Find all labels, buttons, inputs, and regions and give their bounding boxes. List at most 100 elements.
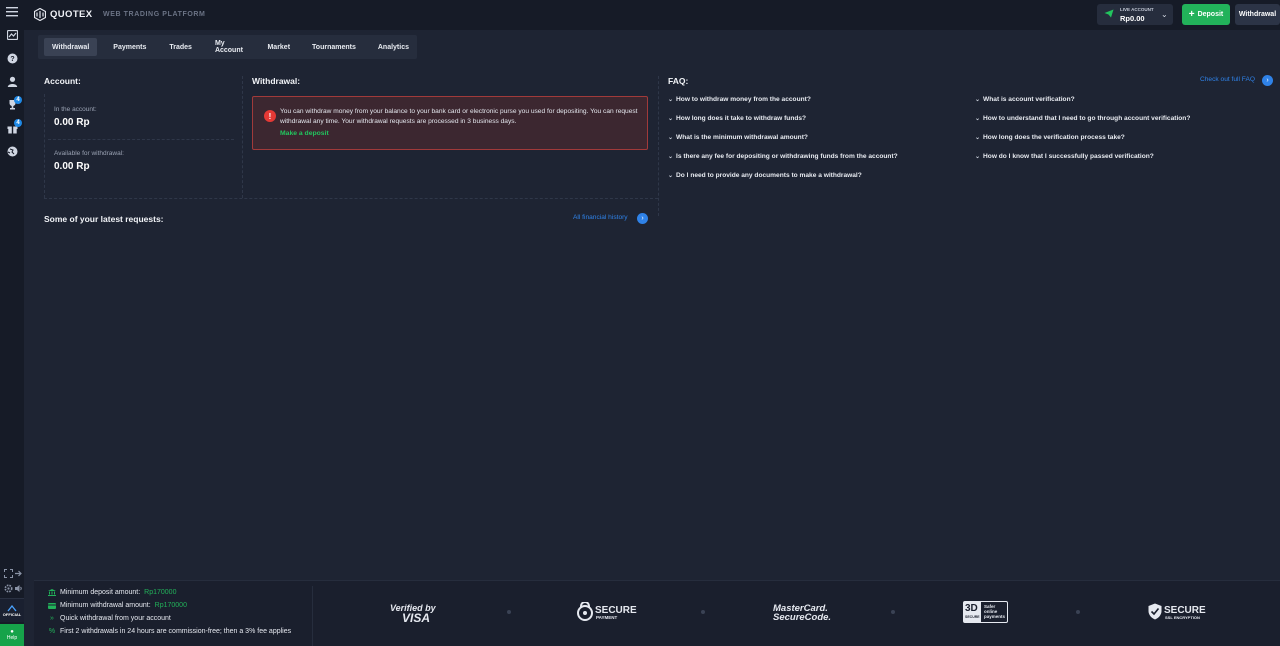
official-badge[interactable]: OFFICIAL [0,598,24,622]
faq-item[interactable]: ⌄ What is the minimum withdrawal amount? [668,134,808,141]
chevron-down-icon: ⌄ [975,97,981,103]
svg-text:?: ? [10,56,14,63]
percent-icon: % [48,628,56,635]
separator-dot [891,610,895,614]
3d-text-3: payments [984,614,1006,619]
official-label: OFFICIAL [2,611,22,617]
min-withdrawal-label: Minimum withdrawal amount: [60,602,151,609]
secure-payment-bottom: PAYMENT [596,615,618,620]
account-selector[interactable]: LIVE ACCOUNT Rp0.00 ⌄ [1097,4,1173,25]
faq-item[interactable]: ⌄ How to understand that I need to go thr… [975,115,1190,122]
quick-withdrawal-text: Quick withdrawal from your account [60,615,171,622]
quotex-logo-icon [34,8,46,21]
chart-icon[interactable] [4,27,20,43]
withdrawal-button[interactable]: Withdrawal [1235,4,1280,25]
divider [44,198,658,199]
faq-question: Is there any fee for depositing or withd… [676,153,898,160]
brand-logo[interactable]: QUOTEX [34,8,93,21]
chevron-down-icon: ⌄ [668,97,674,103]
faq-question: How long does it take to withdraw funds? [676,115,807,122]
faq-item[interactable]: ⌄ What is account verification? [975,96,1075,103]
chevron-down-icon: ⌄ [668,116,674,122]
faq-item[interactable]: ⌄ Do I need to provide any documents to m… [668,172,862,179]
chevron-down-icon: ⌄ [975,154,981,160]
min-withdrawal-value: Rp170000 [154,602,187,609]
double-chevron-icon: » [50,615,54,622]
paper-plane-icon [1104,9,1114,18]
globe-icon[interactable] [4,143,20,159]
faq-question: What is account verification? [983,96,1075,103]
chevron-down-icon: ⌄ [975,116,981,122]
fee-note: First 2 withdrawals in 24 hours are comm… [60,628,292,635]
faq-question: Do I need to provide any documents to ma… [676,172,862,179]
help-label: Help [6,635,18,641]
ssl-bottom: SSL ENCRYPTION [1165,615,1200,620]
lock-icon [577,602,593,621]
brand-name: QUOTEX [50,9,93,20]
financial-history-link[interactable]: All financial history [573,214,628,221]
separator-dot [507,610,511,614]
top-bar: QUOTEX WEB TRADING PLATFORM LIVE ACCOUNT… [24,0,1280,30]
faq-item[interactable]: ⌄ How to withdraw money from the account? [668,96,811,103]
in-account-value: 0.00 Rp [54,117,90,128]
faq-item[interactable]: ⌄ How do I know that I successfully passe… [975,153,1154,160]
tab-analytics[interactable]: Analytics [370,38,417,56]
visa-bottom-text: VISA [402,611,431,625]
min-withdrawal-line: Minimum withdrawal amount: Rp170000 [48,602,187,609]
deposit-button[interactable]: + Deposit [1182,4,1230,25]
separator-dot [701,610,705,614]
withdrawal-title: Withdrawal: [252,76,301,86]
help-button[interactable]: ● Help [0,624,24,646]
quick-withdrawal-line: » Quick withdrawal from your account [48,615,171,622]
tab-tournaments[interactable]: Tournaments [304,38,364,56]
alert-message: You can withdraw money from your balance… [280,108,638,125]
footer-divider [312,586,313,646]
tab-withdrawal[interactable]: Withdrawal [44,38,98,56]
divider [44,94,45,198]
notification-badge: 4 [14,119,22,127]
3d-small-text: SECURE [965,615,980,619]
available-label: Available for withdrawal: [54,150,124,157]
arrow-right-icon[interactable]: › [1262,75,1273,86]
tab-bar: Withdrawal Payments Trades My Account Ma… [38,35,417,59]
available-value: 0.00 Rp [54,161,90,172]
chevron-down-icon: ⌄ [668,135,674,141]
fee-line: % First 2 withdrawals in 24 hours are co… [48,628,291,635]
bank-icon [48,589,56,596]
menu-icon[interactable] [4,4,20,20]
divider [242,76,243,198]
logout-icon[interactable] [10,565,26,581]
help-circle-icon[interactable]: ? [4,50,20,66]
faq-question: How do I know that I successfully passed… [983,153,1154,160]
account-type-label: LIVE ACCOUNT [1120,7,1154,12]
faq-question: How to withdraw money from the account? [676,96,811,103]
faq-item[interactable]: ⌄ Is there any fee for depositing or with… [668,153,898,160]
tab-trades[interactable]: Trades [161,38,200,56]
divider [658,76,659,216]
make-deposit-link[interactable]: Make a deposit [280,130,329,137]
faq-question: What is the minimum withdrawal amount? [676,134,808,141]
plus-icon: + [1188,8,1195,20]
separator-dot [1076,610,1080,614]
tab-payments[interactable]: Payments [105,38,154,56]
in-account-label: In the account: [54,106,97,113]
mastercard-bottom: SecureCode. [773,612,832,623]
requests-title: Some of your latest requests: [44,214,164,224]
arrow-right-icon[interactable]: › [637,213,648,224]
faq-item[interactable]: ⌄ How long does it take to withdraw funds… [668,115,806,122]
chevron-down-icon: ⌄ [668,154,674,160]
full-faq-link[interactable]: Check out full FAQ [1200,76,1255,83]
sound-icon[interactable] [10,580,26,596]
faq-title: FAQ: [668,76,689,86]
faq-question: How to understand that I need to go thro… [983,115,1191,122]
min-deposit-line: Minimum deposit amount: Rp170000 [48,589,176,596]
footer [34,580,1280,646]
account-balance: Rp0.00 [1120,14,1145,23]
3d-big-text: 3D [965,603,978,614]
tab-my-account[interactable]: My Account [207,38,254,56]
faq-item[interactable]: ⌄ How long does the verification process … [975,134,1125,141]
chevron-down-icon: ⌄ [975,135,981,141]
user-icon[interactable] [4,73,20,89]
account-title: Account: [44,76,81,86]
tab-market[interactable]: Market [259,38,298,56]
